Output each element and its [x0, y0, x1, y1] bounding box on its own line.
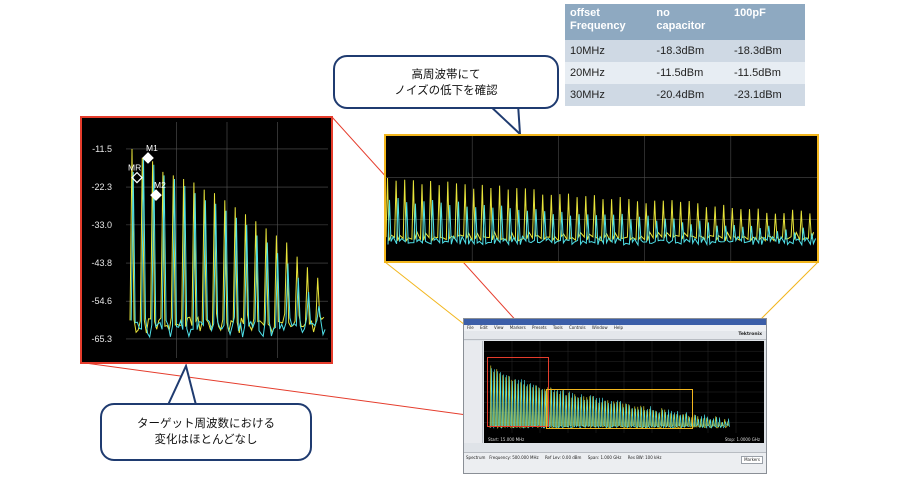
span-setting[interactable]: Span: 1.000 GHz: [588, 455, 622, 460]
mini-display: Start: 15.000 MHz Stop: 1.0000 GHz: [484, 341, 764, 443]
zoom-panel-left: -11.5 -22.3 -33.0 -43.8 -54.6 -65.3 M1 MR M2: [80, 116, 333, 364]
trace-panel: [464, 341, 483, 443]
callout-target-line2: 変化はほとんどなし: [154, 432, 258, 446]
y-tick-label: -54.6: [91, 296, 112, 306]
menu-tools[interactable]: Tools: [553, 325, 563, 330]
rbw-setting[interactable]: Res BW: 100 kHz: [628, 455, 662, 460]
analyzer-window: File Edit View Markers Presets Tools Con…: [463, 318, 767, 474]
reference-level[interactable]: Ref Lev: 0.00 dBm: [545, 455, 581, 460]
zoom-region-right: [546, 389, 693, 429]
start-frequency: Start: 15.000 MHz: [488, 437, 525, 442]
menu-file[interactable]: File: [467, 325, 474, 330]
y-tick-label: -33.0: [91, 220, 112, 230]
y-tick-label: -43.8: [91, 258, 112, 268]
center-frequency[interactable]: Frequency: 500.000 MHz: [489, 455, 538, 460]
toolbar: Tektronix: [464, 331, 766, 340]
callout-tail: [166, 363, 198, 406]
callout-high-band-line1: 高周波帯にて: [411, 67, 481, 81]
callout-target-frequency: ターゲット周波数における 変化はほとんどなし: [100, 403, 312, 461]
menu-edit[interactable]: Edit: [480, 325, 488, 330]
callout-high-band-line2: ノイズの低下を確認: [394, 83, 498, 97]
marker-label: MR: [128, 163, 141, 173]
spectrum-chart-high-band: [386, 136, 817, 261]
measurement-name[interactable]: Spectrum: [466, 455, 485, 460]
zoom-panel-right: [384, 134, 819, 263]
marker-label: M1: [146, 143, 158, 153]
marker-diamond: [142, 152, 154, 164]
spectrum-chart-zoom: -11.5 -22.3 -33.0 -43.8 -54.6 -65.3 M1 MR M2: [91, 122, 328, 358]
markers-button[interactable]: Markers: [741, 456, 763, 464]
y-tick-label: -22.3: [91, 182, 112, 192]
y-tick-label: -65.3: [91, 334, 112, 344]
menu-window[interactable]: Window: [592, 325, 608, 330]
brand-logo: Tektronix: [738, 332, 762, 337]
callout-high-band: 高周波帯にて ノイズの低下を確認: [333, 55, 559, 109]
zoom-region-left: [487, 357, 549, 427]
menu-controls[interactable]: Controls: [569, 325, 586, 330]
menu-help[interactable]: Help: [614, 325, 623, 330]
stop-frequency: Stop: 1.0000 GHz: [724, 437, 760, 442]
callout-target-line1: ターゲット周波数における: [137, 416, 275, 430]
settings-bar: Spectrum Frequency: 500.000 MHz Ref Lev:…: [464, 452, 766, 473]
menu-markers[interactable]: Markers: [510, 325, 526, 330]
marker-label: M2: [154, 180, 166, 190]
y-tick-label: -11.5: [92, 144, 112, 154]
menu-view[interactable]: View: [494, 325, 504, 330]
menu-presets[interactable]: Presets: [532, 325, 547, 330]
